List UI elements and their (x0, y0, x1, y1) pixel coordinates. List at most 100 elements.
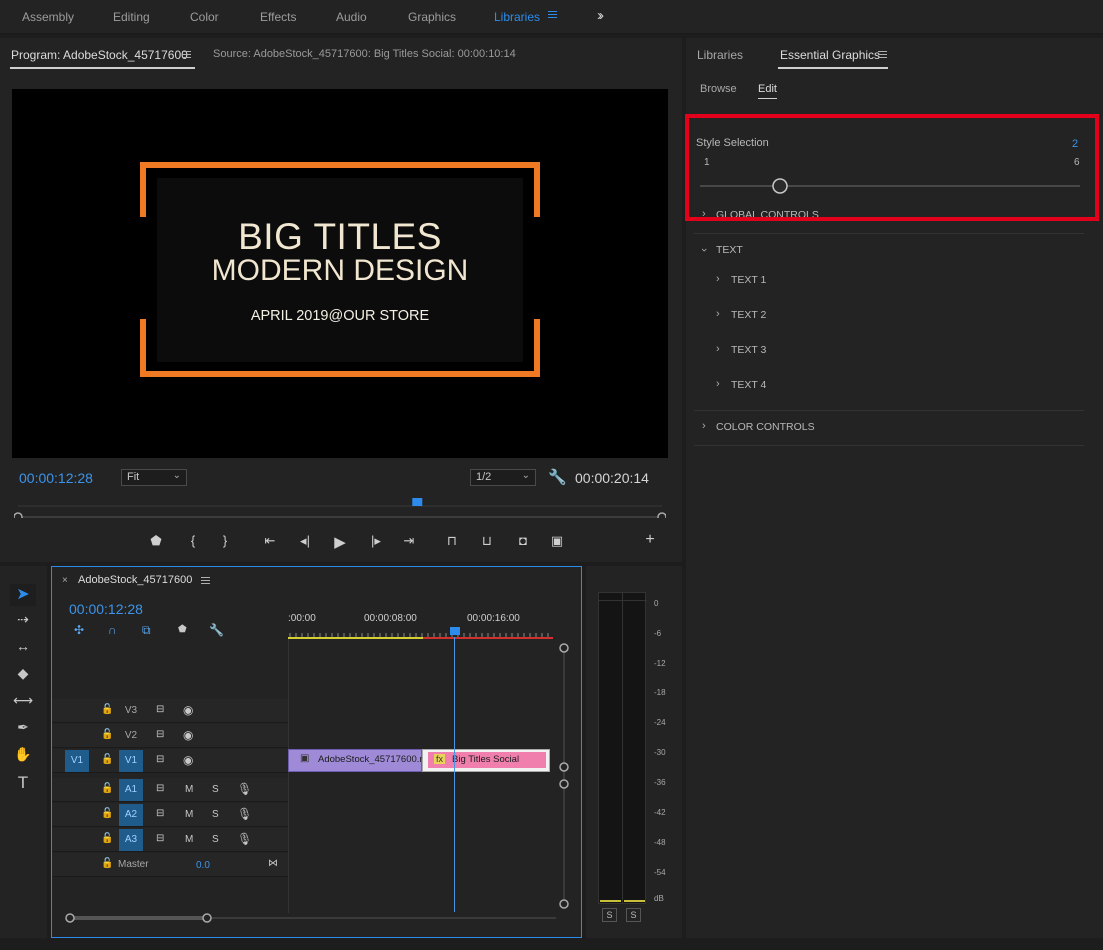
lock-icon[interactable]: 🔓 (101, 704, 113, 715)
playhead-timecode[interactable]: 00:00:12:28 (19, 470, 93, 486)
microphone-icon[interactable]: 🎙 (237, 832, 252, 846)
text-2-item[interactable]: TEXT 2 (731, 309, 766, 321)
nest-toggle-icon[interactable]: ✣ (74, 623, 84, 637)
workspace-menu-icon[interactable] (548, 11, 557, 20)
wrench-icon[interactable]: 🔧 (548, 468, 567, 486)
selection-tool-icon[interactable]: ➤ (10, 584, 36, 606)
timeline-ruler[interactable] (288, 625, 553, 639)
pen-tool-icon[interactable]: ✒ (10, 719, 36, 741)
eye-icon[interactable]: ◉ (183, 703, 193, 717)
chevron-right-icon[interactable]: › (702, 420, 706, 432)
workspace-tab-color[interactable]: Color (190, 10, 219, 24)
chevron-down-icon[interactable]: › (698, 248, 710, 252)
lock-icon[interactable]: 🔓 (101, 858, 113, 869)
mark-in-icon[interactable]: { (183, 533, 203, 548)
clip-adobestock[interactable]: ▣ AdobeStock_45717600.m (288, 749, 422, 772)
mute-toggle[interactable]: M (185, 809, 193, 820)
sync-lock-icon[interactable]: ⊟ (156, 783, 164, 794)
linked-selection-icon[interactable]: ⧉ (142, 623, 151, 638)
go-to-end-icon[interactable]: ⋈ (268, 858, 278, 869)
chevron-right-icon[interactable]: › (716, 378, 720, 390)
lock-icon[interactable]: 🔓 (101, 754, 113, 765)
track-target-a3[interactable]: A3 (119, 829, 143, 851)
browse-subtab[interactable]: Browse (700, 83, 737, 95)
comparison-view-icon[interactable]: ▣ (547, 533, 567, 549)
track-select-tool-icon[interactable]: ⇢ (10, 611, 36, 633)
chevron-right-icon[interactable]: › (716, 343, 720, 355)
export-frame-icon[interactable]: ◘ (513, 533, 533, 548)
libraries-panel-tab[interactable]: Libraries (697, 48, 743, 62)
workspace-tab-graphics[interactable]: Graphics (408, 10, 456, 24)
step-back-icon[interactable]: ◂| (295, 533, 315, 549)
track-target-v1[interactable]: V1 (119, 750, 143, 772)
ripple-edit-tool-icon[interactable]: ↔ (10, 638, 36, 660)
sequence-tab[interactable]: AdobeStock_45717600 (78, 574, 192, 586)
scrub-zoom-handle-right[interactable] (657, 512, 666, 518)
lock-icon[interactable]: 🔓 (101, 729, 113, 740)
go-to-out-icon[interactable]: ⇥ (399, 533, 419, 549)
microphone-icon[interactable]: 🎙 (237, 782, 252, 796)
program-scrub-bar[interactable] (14, 498, 666, 518)
play-icon[interactable]: ▶ (330, 533, 350, 551)
razor-tool-icon[interactable]: ◆ (10, 665, 36, 687)
solo-toggle[interactable]: S (212, 784, 219, 795)
track-target-a2[interactable]: A2 (119, 804, 143, 826)
timeline-timecode[interactable]: 00:00:12:28 (69, 601, 143, 617)
edit-subtab[interactable]: Edit (758, 83, 777, 95)
color-controls-header[interactable]: COLOR CONTROLS (716, 421, 815, 433)
text-3-item[interactable]: TEXT 3 (731, 344, 766, 356)
lock-icon[interactable]: 🔓 (101, 833, 113, 844)
fit-select[interactable]: Fit ⌄ (121, 469, 187, 486)
clip-big-titles-social[interactable]: fx Big Titles Social (422, 749, 550, 772)
workspace-tab-effects[interactable]: Effects (260, 10, 296, 24)
go-to-in-icon[interactable]: ⇤ (260, 533, 280, 549)
microphone-icon[interactable]: 🎙 (237, 807, 252, 821)
text-section-header[interactable]: TEXT (716, 244, 743, 256)
solo-left-button[interactable]: S (602, 908, 617, 922)
workspace-tab-audio[interactable]: Audio (336, 10, 367, 24)
lock-icon[interactable]: 🔓 (101, 783, 113, 794)
add-marker-icon[interactable]: ⬟ (178, 624, 187, 635)
essential-graphics-tab[interactable]: Essential Graphics (780, 48, 880, 62)
sync-lock-icon[interactable]: ⊟ (156, 704, 164, 715)
timeline-horizontal-scrollbar[interactable] (64, 911, 559, 925)
workspace-tab-assembly[interactable]: Assembly (22, 10, 74, 24)
button-editor-plus-icon[interactable]: + (640, 531, 660, 549)
mute-toggle[interactable]: M (185, 784, 193, 795)
sync-lock-icon[interactable]: ⊟ (156, 729, 164, 740)
solo-toggle[interactable]: S (212, 834, 219, 845)
panel-menu-icon[interactable] (182, 51, 191, 60)
chevron-right-icon[interactable]: › (716, 273, 720, 285)
lift-icon[interactable]: ⊓ (442, 533, 462, 549)
eye-icon[interactable]: ◉ (183, 728, 193, 742)
chevron-right-icon[interactable]: › (716, 308, 720, 320)
sync-lock-icon[interactable]: ⊟ (156, 754, 164, 765)
eye-icon[interactable]: ◉ (183, 753, 193, 767)
mark-out-icon[interactable]: } (215, 533, 235, 548)
panel-menu-icon[interactable] (878, 51, 887, 60)
track-target-v3[interactable]: V3 (119, 700, 143, 722)
mute-toggle[interactable]: M (185, 834, 193, 845)
step-forward-icon[interactable]: |▸ (366, 533, 386, 549)
program-video-frame[interactable]: BIG TITLES MODERN DESIGN APRIL 2019@OUR … (12, 89, 668, 458)
sync-lock-icon[interactable]: ⊟ (156, 833, 164, 844)
panel-menu-icon[interactable] (201, 577, 210, 586)
workspace-tab-editing[interactable]: Editing (113, 10, 150, 24)
solo-right-button[interactable]: S (626, 908, 641, 922)
source-monitor-tab[interactable]: Source: AdobeStock_45717600: Big Titles … (213, 48, 516, 60)
slip-tool-icon[interactable]: ⟷ (10, 692, 36, 714)
lock-icon[interactable]: 🔓 (101, 808, 113, 819)
sync-lock-icon[interactable]: ⊟ (156, 808, 164, 819)
workspace-tab-libraries[interactable]: Libraries (494, 10, 540, 24)
text-1-item[interactable]: TEXT 1 (731, 274, 766, 286)
extract-icon[interactable]: ⊔ (477, 533, 497, 549)
track-target-a1[interactable]: A1 (119, 779, 143, 801)
hand-tool-icon[interactable]: ✋ (10, 746, 36, 768)
add-marker-icon[interactable]: ⬟ (146, 533, 166, 549)
program-monitor-tab[interactable]: Program: AdobeStock_45717600 (11, 48, 188, 62)
timeline-vertical-scrollbar[interactable] (556, 642, 572, 912)
scrub-playhead[interactable] (412, 498, 423, 506)
double-chevron-right-icon[interactable]: ›› (597, 7, 604, 24)
text-4-item[interactable]: TEXT 4 (731, 379, 766, 391)
timeline-playhead-head[interactable] (450, 627, 460, 635)
